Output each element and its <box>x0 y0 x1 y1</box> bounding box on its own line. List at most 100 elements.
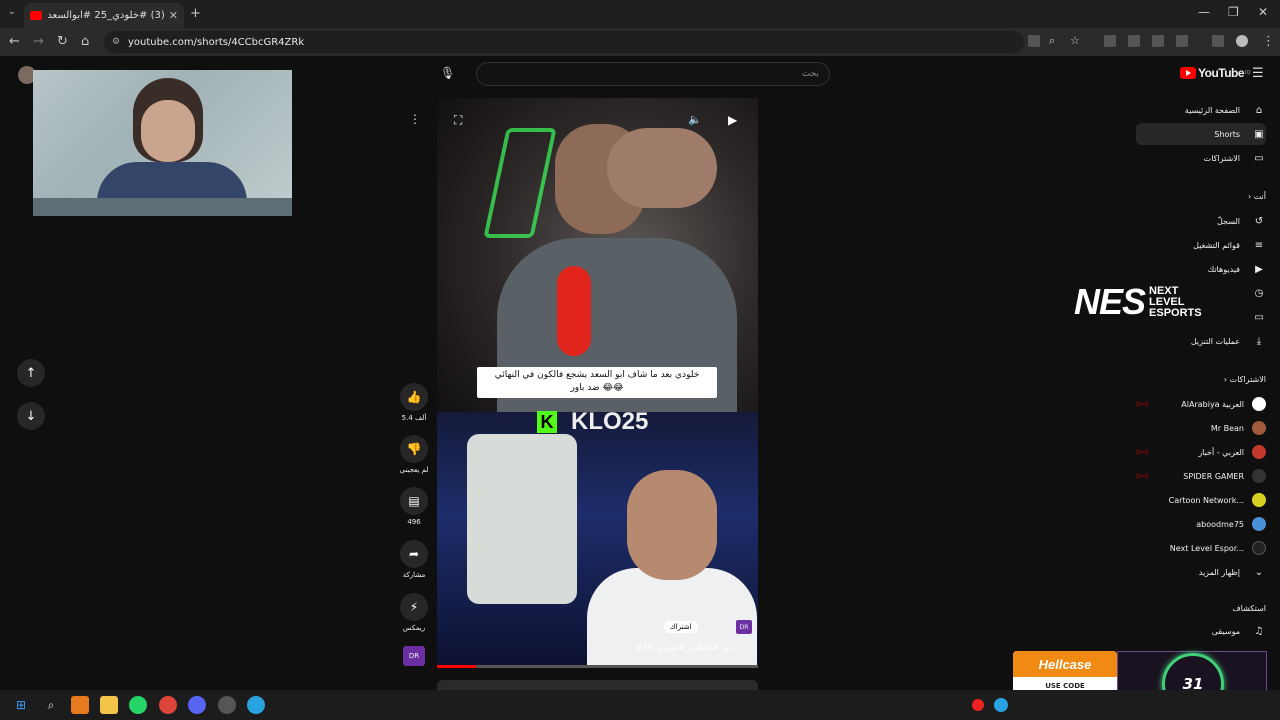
subscription-item[interactable]: ((•)) العربي - أخبار <box>1136 441 1266 463</box>
volume-icon[interactable]: 🔈 <box>688 113 702 126</box>
playlists-icon: ≡ <box>1254 239 1264 251</box>
home-icon[interactable]: ⌂ <box>81 34 89 49</box>
address-bar[interactable]: ⚙ youtube.com/shorts/4CCbcGR4ZRk <box>104 31 1024 53</box>
sidebar-item-label: موسيقى <box>1211 626 1240 636</box>
subscription-item[interactable]: aboodme75 <box>1136 513 1266 535</box>
site-info-icon[interactable]: ⚙ <box>112 37 120 47</box>
video-progress-bar[interactable] <box>437 665 758 668</box>
channel-handle[interactable]: @vqv_ <box>704 623 731 632</box>
browser-menu-icon[interactable]: ⋮ <box>1262 34 1275 49</box>
dislike-button[interactable]: 👎 لم يعجبني <box>396 435 432 474</box>
subscription-name: Mr Bean <box>1210 423 1244 433</box>
video-title[interactable]: #باور #فالكونز #خلودي_25 <box>636 643 733 652</box>
close-window-button[interactable]: ✕ <box>1258 5 1268 19</box>
extension-icon[interactable] <box>1104 35 1116 47</box>
share-button[interactable]: ➦ مشاركة <box>396 540 432 579</box>
like-count: 5.4 ألف <box>401 414 427 422</box>
webcam-overlay <box>33 70 292 216</box>
dislike-label: لم يعجبني <box>399 466 429 474</box>
windows-start-icon[interactable]: ⊞ <box>12 696 30 714</box>
comments-count: 496 <box>407 518 421 526</box>
nes-logo-text: NES <box>1074 281 1146 322</box>
play-icon[interactable]: ▶ <box>728 113 737 127</box>
sound-avatar[interactable]: DR <box>403 646 425 666</box>
app-icon[interactable] <box>247 696 265 714</box>
install-app-icon[interactable] <box>1028 35 1040 47</box>
tray-icon[interactable] <box>994 698 1008 712</box>
sidebar-item-your-videos[interactable]: فيديوهاتك ▶ <box>1136 258 1266 280</box>
sidebar-item-subscriptions[interactable]: الاشتراكات ▭ <box>1136 147 1266 169</box>
remix-button[interactable]: ⚡ ريمكس <box>396 593 432 632</box>
bookmark-star-icon[interactable]: ☆ <box>1070 34 1080 47</box>
you-section-heading[interactable]: › أنت <box>1248 192 1266 201</box>
channel-avatar <box>1252 445 1266 459</box>
forward-arrow-icon[interactable]: → <box>33 34 44 49</box>
sidebar-item-shorts[interactable]: Shorts ▣ <box>1136 123 1266 145</box>
extension-icon[interactable] <box>1152 35 1164 47</box>
comments-button[interactable]: ▤ 496 <box>396 487 432 526</box>
new-tab-button[interactable]: + <box>190 6 201 21</box>
section-label: الاشتراكات <box>1229 375 1266 384</box>
channel-avatar[interactable]: DR <box>736 620 753 634</box>
zoom-icon[interactable]: ⌕ <box>1049 34 1055 48</box>
sidebar-item-history[interactable]: السجلّ ↺ <box>1136 210 1266 232</box>
sidebar-item-home[interactable]: الصفحة الرئيسية ⌂ <box>1136 99 1266 121</box>
file-explorer-icon[interactable] <box>100 696 118 714</box>
browser-toolbar: ← → ↻ ⌂ ⚙ youtube.com/shorts/4CCbcGR4ZRk… <box>0 28 1280 56</box>
sidebar-item-label: الصفحة الرئيسية <box>1184 105 1240 115</box>
sidebar-item-downloads[interactable]: عمليات التنزيل ⤓ <box>1136 330 1266 352</box>
app-icon[interactable] <box>71 696 89 714</box>
sidebar-item-playlists[interactable]: قوائم التشغيل ≡ <box>1136 234 1266 256</box>
previous-short-button[interactable]: ↑ <box>17 359 45 387</box>
search-input[interactable]: بحث <box>476 62 830 86</box>
show-more-button[interactable]: إظهار المزيد ⌄ <box>1136 561 1266 583</box>
reload-icon[interactable]: ↻ <box>57 34 68 49</box>
caption-line: خلودي بعد ما شاف ابو السعد يشجع فالكون ف… <box>494 370 700 380</box>
subscribe-button[interactable]: اشتراك <box>664 621 698 633</box>
youtube-logo[interactable]: YouTube IQ <box>1180 66 1250 80</box>
channel-avatar <box>1252 541 1266 555</box>
profile-avatar-icon[interactable] <box>1236 35 1248 47</box>
maximize-button[interactable]: ❐ <box>1228 5 1239 19</box>
tab-close-icon[interactable]: ✕ <box>169 9 178 22</box>
caption-line: ضد باور 😂😂 <box>570 383 624 393</box>
subscription-item[interactable]: Cartoon Network... <box>1136 489 1266 511</box>
recording-icon[interactable] <box>972 699 984 711</box>
browser-tab[interactable]: (3) #خلودي_25 #ابوالسعد #فالكو ✕ <box>24 3 184 28</box>
subscription-item[interactable]: ((•)) SPIDER GAMER <box>1136 465 1266 487</box>
subscription-item[interactable]: ((•)) AlArabiya العربية <box>1136 393 1266 415</box>
media-controls-icon[interactable] <box>1212 35 1224 47</box>
extension-icon[interactable] <box>1128 35 1140 47</box>
next-short-preview[interactable] <box>437 680 758 690</box>
minimize-button[interactable]: — <box>1198 5 1210 19</box>
arrow-up-icon: ↑ <box>25 365 37 381</box>
channel-avatar <box>1252 517 1266 531</box>
obs-icon[interactable] <box>218 696 236 714</box>
fullscreen-icon[interactable]: ⛶ <box>454 113 462 128</box>
sidebar-item-label: فيديوهاتك <box>1207 264 1240 274</box>
subscription-item[interactable]: Next Level Espor... <box>1136 537 1266 559</box>
menu-icon[interactable]: ☰ <box>1252 66 1264 81</box>
remix-icon: ⚡ <box>400 593 428 621</box>
subscriptions-section-heading[interactable]: › الاشتراكات <box>1224 375 1266 384</box>
tab-search-chevron-icon[interactable]: ⌄ <box>8 7 16 17</box>
extensions-puzzle-icon[interactable] <box>1176 35 1188 47</box>
subscription-name: SPIDER GAMER <box>1183 471 1244 481</box>
sidebar-item-label: الاشتراكات <box>1203 153 1240 163</box>
search-icon[interactable]: ⌕ <box>42 696 60 714</box>
whatsapp-icon[interactable] <box>129 696 147 714</box>
sidebar-item-music[interactable]: موسيقى ♫ <box>1136 620 1266 642</box>
voice-search-icon[interactable]: 🎙 <box>440 66 455 80</box>
chevron-down-icon: ⌄ <box>1254 566 1264 578</box>
subscription-item[interactable]: Mr Bean <box>1136 417 1266 439</box>
windows-taskbar: ⊞ ⌕ <box>0 690 1280 720</box>
history-icon: ↺ <box>1254 215 1264 227</box>
more-options-icon[interactable]: ⋮ <box>407 112 423 128</box>
chrome-icon[interactable] <box>159 696 177 714</box>
back-arrow-icon[interactable]: ← <box>9 34 20 49</box>
next-short-button[interactable]: ↓ <box>17 402 45 430</box>
music-icon: ♫ <box>1254 625 1264 637</box>
discord-icon[interactable] <box>188 696 206 714</box>
like-button[interactable]: 👍 5.4 ألف <box>396 383 432 422</box>
explore-section-heading: استكشاف <box>1232 604 1266 613</box>
